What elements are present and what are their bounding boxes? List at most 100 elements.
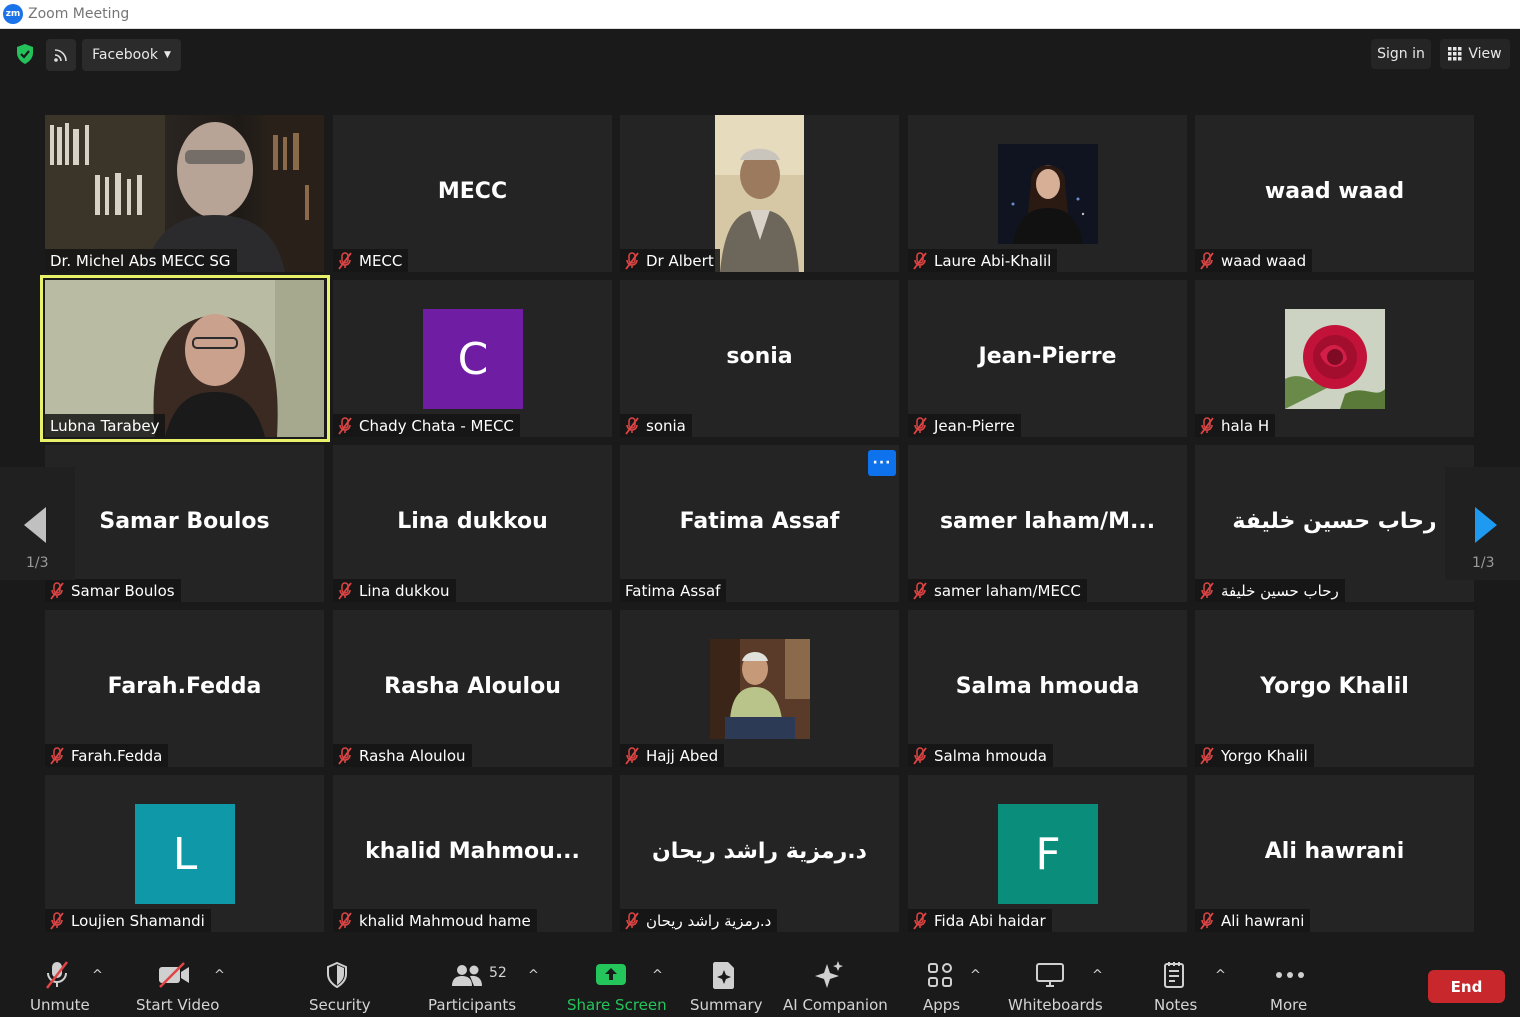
muted-mic-icon <box>1200 911 1214 930</box>
caret-up-icon[interactable]: ^ <box>652 968 663 983</box>
participant-avatar: L <box>135 804 235 904</box>
muted-mic-icon <box>50 911 64 930</box>
caret-up-icon[interactable]: ^ <box>92 968 103 983</box>
participant-tile[interactable]: waad waad waad waad <box>1195 115 1474 272</box>
participant-tile[interactable]: د.رمزية راشد ريحان د.رمزية راشد ريحان <box>620 775 899 932</box>
participant-name-label: waad waad <box>1195 249 1313 272</box>
muted-mic-icon <box>1200 581 1214 600</box>
participant-tile[interactable]: MECC MECC <box>333 115 612 272</box>
muted-mic-icon <box>625 911 639 930</box>
previous-page-button[interactable]: 1/3 <box>0 467 75 580</box>
participant-display-name: Jean-Pierre <box>978 344 1117 369</box>
participant-tile[interactable]: khalid Mahmou... khalid Mahmoud hame <box>333 775 612 932</box>
participant-tile[interactable]: hala H <box>1195 280 1474 437</box>
participant-display-name: waad waad <box>1264 179 1405 204</box>
participant-tile[interactable]: Farah.Fedda Farah.Fedda <box>45 610 324 767</box>
participant-tile[interactable]: F Fida Abi haidar <box>908 775 1187 932</box>
encryption-shield-icon[interactable] <box>10 39 40 69</box>
whiteboards-button[interactable]: ^ Whiteboards <box>1005 948 1115 1017</box>
tile-more-options-button[interactable]: ··· <box>868 450 896 476</box>
participant-name-label: Fatima Assaf <box>620 579 727 602</box>
participant-name-label: رحاب حسين خليفة <box>1195 579 1345 602</box>
more-button[interactable]: More <box>1260 948 1320 1017</box>
summary-document-icon <box>707 958 741 992</box>
participant-name-label: hala H <box>1195 414 1276 437</box>
participant-tile[interactable]: Hajj Abed <box>620 610 899 767</box>
caret-up-icon[interactable]: ^ <box>214 968 225 983</box>
participant-display-name: Samar Boulos <box>99 509 270 534</box>
muted-mic-icon <box>913 746 927 765</box>
muted-mic-icon <box>625 251 639 270</box>
participant-name-label: Lina dukkou <box>333 579 456 602</box>
participant-tile[interactable]: samer laham/M... samer laham/MECC <box>908 445 1187 602</box>
participant-name-label: samer laham/MECC <box>908 579 1087 602</box>
participant-display-name: Ali hawrani <box>1264 839 1405 864</box>
participant-tile[interactable]: Ali hawrani Ali hawrani <box>1195 775 1474 932</box>
participant-display-name: د.رمزية راشد ريحان <box>652 839 867 864</box>
start-video-label: Start Video <box>136 996 220 1014</box>
participant-tile[interactable]: Salma hmouda Salma hmouda <box>908 610 1187 767</box>
participants-button[interactable]: 52 ^ Participants <box>420 948 545 1017</box>
more-label: More <box>1270 996 1308 1014</box>
muted-mic-icon <box>50 746 64 765</box>
participant-name-label: Salma hmouda <box>908 744 1053 767</box>
next-page-button[interactable]: 1/3 <box>1445 467 1520 580</box>
facebook-livestream-dropdown[interactable]: Facebook ▼ <box>82 39 181 71</box>
caret-up-icon[interactable]: ^ <box>970 968 981 983</box>
participant-profile-photo <box>1285 309 1385 409</box>
muted-mic-icon <box>625 416 639 435</box>
notes-button[interactable]: ^ Notes <box>1145 948 1230 1017</box>
page-indicator: 1/3 <box>26 555 49 571</box>
unmute-label: Unmute <box>30 996 90 1014</box>
summary-button[interactable]: Summary <box>685 948 765 1017</box>
apps-icon <box>923 958 957 992</box>
muted-mic-icon <box>625 746 639 765</box>
participant-tile[interactable]: sonia sonia <box>620 280 899 437</box>
sign-in-button[interactable]: Sign in <box>1371 39 1431 69</box>
participant-tile[interactable]: Fatima Assaf Fatima Assaf <box>620 445 899 602</box>
participant-display-name: Yorgo Khalil <box>1260 674 1409 699</box>
apps-label: Apps <box>923 996 961 1014</box>
participant-tile[interactable]: رحاب حسين خليفة رحاب حسين خليفة <box>1195 445 1474 602</box>
security-button[interactable]: Security <box>300 948 375 1017</box>
participant-tile[interactable]: Rasha Aloulou Rasha Aloulou <box>333 610 612 767</box>
participant-tile[interactable]: Lina dukkou Lina dukkou <box>333 445 612 602</box>
summary-label: Summary <box>690 996 763 1014</box>
participant-name-label: Jean-Pierre <box>908 414 1021 437</box>
live-stream-button[interactable] <box>46 39 76 71</box>
caret-up-icon[interactable]: ^ <box>1092 968 1103 983</box>
start-video-button[interactable]: ^ Start Video <box>130 948 235 1017</box>
muted-mic-icon <box>913 911 927 930</box>
participant-name-label: Dr. Michel Abs MECC SG <box>45 249 237 272</box>
muted-mic-icon <box>338 911 352 930</box>
participant-name-label: Hajj Abed <box>620 744 725 767</box>
muted-mic-icon <box>1200 416 1214 435</box>
view-button[interactable]: View <box>1440 39 1510 69</box>
share-screen-icon <box>594 958 628 992</box>
muted-mic-icon <box>1200 746 1214 765</box>
participant-tile[interactable]: Yorgo Khalil Yorgo Khalil <box>1195 610 1474 767</box>
ai-companion-button[interactable]: AI Companion <box>780 948 888 1017</box>
grid-icon <box>1448 47 1462 61</box>
participant-display-name: samer laham/M... <box>939 509 1156 534</box>
unmute-button[interactable]: ^ Unmute <box>20 948 110 1017</box>
muted-mic-icon <box>338 746 352 765</box>
participant-tile[interactable]: Laure Abi-Khalil <box>908 115 1187 272</box>
share-screen-label: Share Screen <box>567 996 667 1014</box>
participant-name-label: د.رمزية راشد ريحان <box>620 909 778 932</box>
whiteboard-icon <box>1033 958 1067 992</box>
participant-tile[interactable]: Samar Boulos Samar Boulos <box>45 445 324 602</box>
apps-button[interactable]: ^ Apps <box>915 948 990 1017</box>
caret-up-icon[interactable]: ^ <box>1215 968 1226 983</box>
participant-tile[interactable]: Dr Albert <box>620 115 899 272</box>
participant-tile[interactable]: Dr. Michel Abs MECC SG <box>45 115 324 272</box>
participant-name-label: Laure Abi-Khalil <box>908 249 1058 272</box>
end-meeting-button[interactable]: End <box>1428 970 1505 1003</box>
participant-tile[interactable]: L Loujien Shamandi <box>45 775 324 932</box>
muted-microphone-icon <box>40 958 74 992</box>
participant-tile[interactable]: Jean-Pierre Jean-Pierre <box>908 280 1187 437</box>
participant-tile[interactable]: C Chady Chata - MECC <box>333 280 612 437</box>
share-screen-button[interactable]: ^ Share Screen <box>560 948 670 1017</box>
caret-up-icon[interactable]: ^ <box>528 968 539 983</box>
participant-tile[interactable]: Lubna Tarabey <box>45 280 324 437</box>
